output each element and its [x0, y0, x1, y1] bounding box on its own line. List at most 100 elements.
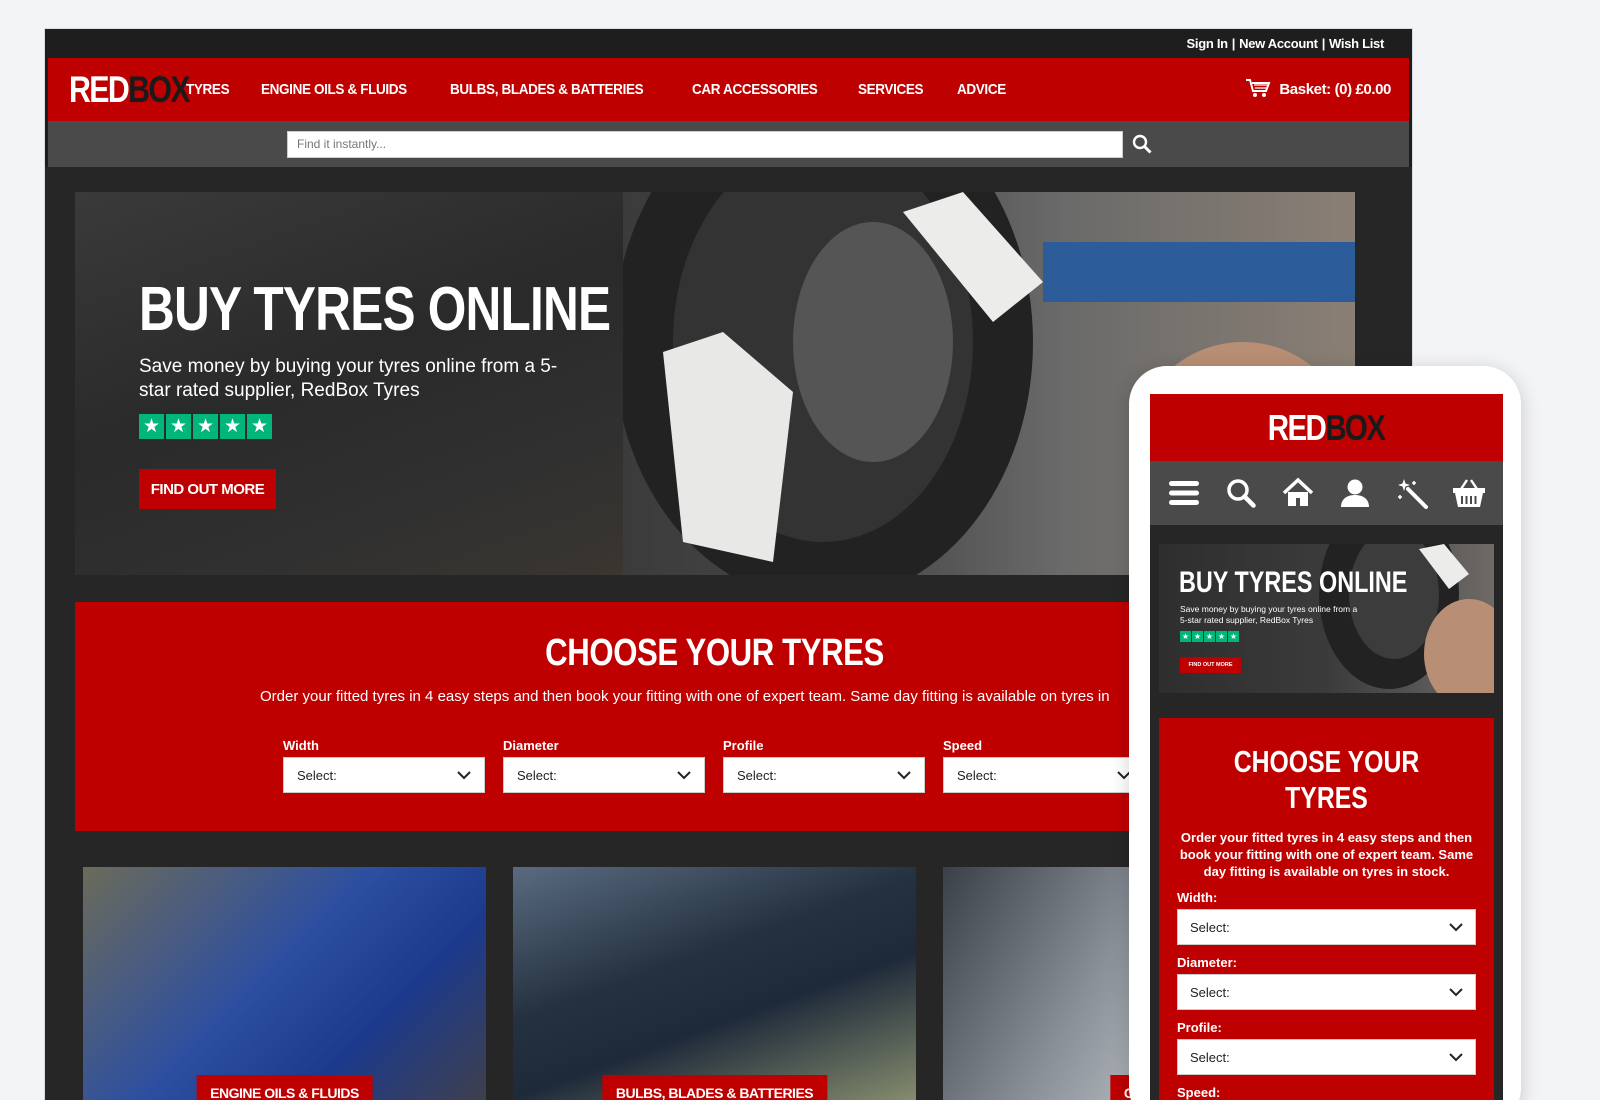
mobile-width-select-value: Select:: [1190, 919, 1230, 935]
home-icon[interactable]: [1280, 475, 1316, 511]
mobile-find-out-more-button[interactable]: FIND OUT MORE: [1180, 657, 1241, 673]
main-navbar: REDBOX TYRES ENGINE OILS & FLUIDS BULBS,…: [45, 58, 1412, 121]
speed-field: Speed Select:: [943, 738, 1145, 793]
cart-icon: [1245, 78, 1271, 102]
category-card-engine-oils[interactable]: ENGINE OILS & FLUIDS: [83, 867, 486, 1100]
mobile-tyre-finder-title-text: CHOOSE YOUR TYRES: [1233, 744, 1420, 815]
chevron-down-icon: [1449, 920, 1463, 935]
search-bar: [45, 121, 1412, 167]
hero-title: BUY TYRES ONLINE: [139, 275, 611, 344]
mobile-diameter-select-value: Select:: [1190, 984, 1230, 1000]
chevron-down-icon: [1449, 985, 1463, 1000]
width-select-value: Select:: [297, 767, 337, 783]
width-label: Width: [283, 738, 319, 753]
mobile-trustpilot-rating: ★ ★ ★ ★ ★: [1180, 631, 1239, 642]
nav-advice[interactable]: ADVICE: [957, 81, 1006, 98]
star-icon: ★: [1228, 631, 1239, 642]
search-input[interactable]: [287, 130, 1123, 158]
search-icon[interactable]: [1223, 475, 1259, 511]
mobile-width-label: Width:: [1177, 890, 1218, 905]
account-bar: Sign In | New Account | Wish List: [45, 29, 1412, 58]
menu-icon[interactable]: [1166, 475, 1202, 511]
profile-select[interactable]: Select:: [723, 757, 925, 793]
star-icon: ★: [247, 414, 272, 439]
hero-subtitle: Save money by buying your tyres online f…: [139, 356, 558, 401]
nav-bulbs-blades-batteries[interactable]: BULBS, BLADES & BATTERIES: [450, 81, 644, 98]
star-icon: ★: [139, 414, 164, 439]
mobile-profile-select[interactable]: Select:: [1177, 1039, 1476, 1075]
star-icon: ★: [220, 414, 245, 439]
mobile-logo[interactable]: REDBOX: [1268, 406, 1387, 449]
speed-select[interactable]: Select:: [943, 757, 1145, 793]
link-separator: |: [1321, 36, 1326, 51]
link-separator: |: [1231, 36, 1236, 51]
chevron-down-icon: [677, 768, 691, 783]
profile-field: Profile Select:: [723, 738, 925, 793]
basket-icon[interactable]: [1451, 475, 1487, 511]
mobile-hero-title: BUY TYRES ONLINE: [1179, 566, 1408, 599]
tyre-selects: Width Select: Diameter Select: Profile S…: [283, 738, 1145, 793]
profile-select-value: Select:: [737, 767, 777, 783]
mobile-width-field: Width: Select:: [1177, 890, 1476, 945]
tyre-finder-title-text: CHOOSE YOUR TYRES: [545, 632, 885, 674]
wand-icon[interactable]: [1394, 475, 1430, 511]
category-card-label: ENGINE OILS & FLUIDS: [196, 1075, 373, 1100]
mobile-icon-bar: [1150, 461, 1503, 525]
mobile-diameter-field: Diameter: Select:: [1177, 955, 1476, 1010]
chevron-down-icon: [897, 768, 911, 783]
search-icon[interactable]: [1132, 134, 1152, 154]
category-card-label: BULBS, BLADES & BATTERIES: [601, 1075, 828, 1100]
width-select[interactable]: Select:: [283, 757, 485, 793]
mobile-diameter-select[interactable]: Select:: [1177, 974, 1476, 1010]
tyre-finder-description: Order your fitted tyres in 4 easy steps …: [260, 688, 1110, 705]
mobile-header: REDBOX: [1150, 394, 1503, 461]
profile-label: Profile: [723, 738, 764, 753]
find-out-more-button[interactable]: FIND OUT MORE: [139, 469, 276, 509]
star-icon: ★: [1192, 631, 1203, 642]
width-field: Width Select:: [283, 738, 485, 793]
diameter-select-value: Select:: [517, 767, 557, 783]
category-card-bulbs-blades-batteries[interactable]: BULBS, BLADES & BATTERIES: [513, 867, 916, 1100]
star-icon: ★: [1180, 631, 1191, 642]
mobile-profile-field: Profile: Select:: [1177, 1020, 1476, 1075]
trustpilot-rating: ★ ★ ★ ★ ★: [139, 414, 272, 439]
mobile-speed-field: Speed:: [1177, 1085, 1476, 1100]
logo-box: BOX: [128, 68, 190, 110]
wish-list-link[interactable]: Wish List: [1329, 36, 1384, 51]
speed-select-value: Select:: [957, 767, 997, 783]
mobile-diameter-label: Diameter:: [1177, 955, 1237, 970]
mobile-width-select[interactable]: Select:: [1177, 909, 1476, 945]
nav-links: TYRES ENGINE OILS & FLUIDS BULBS, BLADES…: [186, 81, 1012, 98]
mobile-profile-label: Profile:: [1177, 1020, 1222, 1035]
basket-label: Basket:: [1279, 81, 1331, 98]
logo[interactable]: REDBOX: [69, 68, 191, 111]
diameter-field: Diameter Select:: [503, 738, 705, 793]
mobile-screen: REDBOX BUY TYRES ONLINE Save money by bu…: [1150, 394, 1503, 1100]
mobile-hero-subtitle: Save money by buying your tyres online f…: [1180, 604, 1358, 625]
speed-label: Speed: [943, 738, 983, 753]
mobile-tyre-finder-description: Order your fitted tyres in 4 easy steps …: [1179, 830, 1474, 879]
basket-link[interactable]: Basket: (0) £0.00: [1245, 78, 1391, 102]
mobile-profile-select-value: Select:: [1190, 1049, 1230, 1065]
mobile-hero-banner: BUY TYRES ONLINE Save money by buying yo…: [1159, 544, 1494, 693]
diameter-select[interactable]: Select:: [503, 757, 705, 793]
mobile-speed-label: Speed:: [1177, 1085, 1221, 1100]
basket-value: (0) £0.00: [1334, 81, 1392, 98]
mobile-tyre-finder: CHOOSE YOUR TYRES Order your fitted tyre…: [1159, 718, 1494, 1100]
logo-box: BOX: [1325, 406, 1387, 448]
logo-red: RED: [1268, 406, 1327, 448]
mobile-tyre-finder-title: CHOOSE YOUR TYRES: [1159, 744, 1494, 816]
sign-in-link[interactable]: Sign In: [1187, 36, 1229, 51]
logo-red: RED: [69, 68, 130, 110]
new-account-link[interactable]: New Account: [1239, 36, 1318, 51]
user-icon[interactable]: [1337, 475, 1373, 511]
star-icon: ★: [193, 414, 218, 439]
nav-engine-oils[interactable]: ENGINE OILS & FLUIDS: [261, 81, 407, 98]
nav-services[interactable]: SERVICES: [858, 81, 924, 98]
star-icon: ★: [1204, 631, 1215, 642]
chevron-down-icon: [1449, 1050, 1463, 1065]
star-icon: ★: [166, 414, 191, 439]
nav-tyres[interactable]: TYRES: [186, 81, 230, 98]
nav-car-accessories[interactable]: CAR ACCESSORIES: [692, 81, 818, 98]
mobile-device: REDBOX BUY TYRES ONLINE Save money by bu…: [1129, 366, 1521, 1100]
